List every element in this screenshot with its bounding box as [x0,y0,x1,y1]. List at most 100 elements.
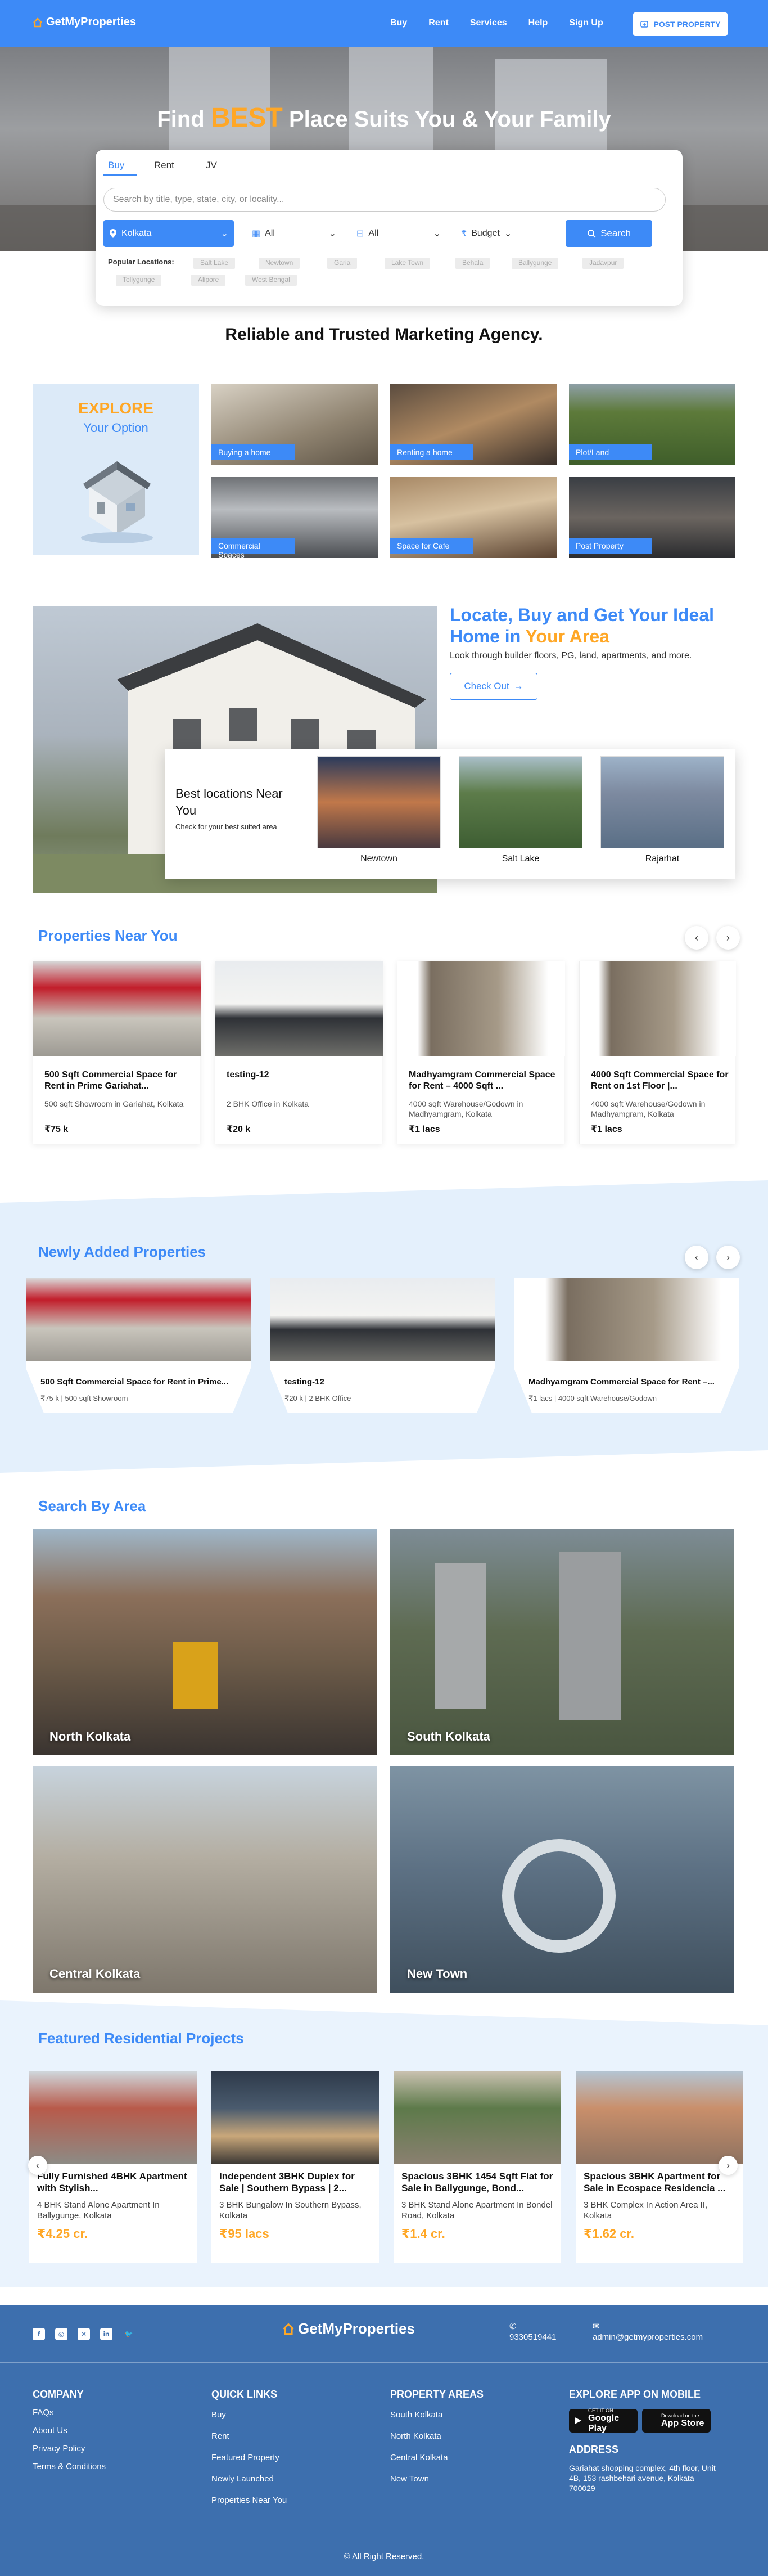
google-play-small: GET IT ON [588,2408,613,2413]
house-3d-illustration [81,461,153,543]
popular-chip[interactable]: Tollygunge [116,275,162,286]
popular-chip[interactable]: Ballygunge [512,258,559,269]
search-button[interactable]: Search [566,220,652,247]
category-tile[interactable]: Plot/Land [569,384,735,465]
property-card[interactable]: testing-12 2 BHK Office in Kolkata ₹20 k [215,961,383,1144]
popular-chip[interactable]: Alipore [191,275,226,286]
footer-link[interactable]: Central Kolkata [390,2453,448,2462]
tab-jv[interactable]: JV [206,160,217,171]
category-label: Plot/Land [569,444,652,460]
category-tile[interactable]: Renting a home [390,384,557,465]
tab-rent[interactable]: Rent [154,160,174,171]
footer-link[interactable]: Featured Property [211,2453,279,2462]
tab-buy[interactable]: Buy [108,160,124,171]
footer-phone[interactable]: 9330519441 [509,2332,556,2342]
area-card[interactable]: Central Kolkata [33,1766,377,1993]
popular-chip[interactable]: Lake Town [385,258,431,269]
property-card[interactable]: Madhyamgram Commercial Space for Rent – … [397,961,565,1144]
carousel-next-button[interactable]: › [719,2156,738,2175]
location-card-image[interactable] [600,756,724,848]
footer-areas-head: PROPERTY AREAS [390,2389,484,2400]
footer-link[interactable]: Privacy Policy [33,2444,85,2453]
location-name[interactable]: Salt Lake [459,854,582,864]
category-label: Commercial Spaces [211,538,295,558]
check-out-button[interactable]: Check Out → [450,673,537,700]
featured-card[interactable]: Independent 3BHK Duplex for Sale | South… [211,2071,379,2263]
category-tile[interactable]: Commercial Spaces [211,477,378,558]
footer-link[interactable]: New Town [390,2474,429,2484]
location-card-image[interactable] [459,756,582,848]
footer-link[interactable]: Rent [211,2431,229,2441]
footer-link[interactable]: FAQs [33,2408,54,2417]
new-property-card[interactable]: testing-12 ₹20 k | 2 BHK Office [270,1278,495,1413]
area-card[interactable]: South Kolkata [390,1529,734,1755]
featured-card[interactable]: Fully Furnished 4BHK Apartment with Styl… [29,2071,197,2263]
area-card[interactable]: New Town [390,1766,734,1993]
popular-chip[interactable]: Jadavpur [582,258,624,269]
carousel-next-button[interactable]: › [716,926,740,950]
x-icon[interactable]: ✕ [78,2328,90,2340]
footer-link[interactable]: Newly Launched [211,2474,274,2484]
property-card[interactable]: 4000 Sqft Commercial Space for Rent on 1… [579,961,736,1144]
footer-link[interactable]: Buy [211,2410,226,2420]
category-tile[interactable]: Space for Cafe [390,477,557,558]
property-title: 4000 Sqft Commercial Space for Rent on 1… [591,1070,729,1091]
popular-chip[interactable]: Garia [327,258,358,269]
popular-chip[interactable]: West Bengal [245,275,297,286]
flyover-shape [502,1839,616,1953]
facebook-icon[interactable]: f [33,2328,45,2340]
copyright: © All Right Reserved. [344,2552,424,2561]
bedroom-select[interactable]: ⊟ All ⌄ [351,220,446,247]
google-play-badge[interactable]: ▶ GET IT ON Google Play [569,2408,638,2433]
location-card-image[interactable] [317,756,441,848]
nav-services[interactable]: Services [470,18,507,28]
footer-link[interactable]: North Kolkata [390,2431,441,2441]
category-tile[interactable]: Post Property [569,477,735,558]
new-property-card[interactable]: Madhyamgram Commercial Space for Rent –.… [514,1278,739,1413]
chevron-right-icon: › [726,932,730,943]
featured-title: Independent 3BHK Duplex for Sale | South… [219,2171,355,2193]
popular-chip[interactable]: Behala [455,258,490,269]
location-name[interactable]: Rajarhat [600,854,724,864]
carousel-prev-button[interactable]: ‹ [28,2156,47,2175]
footer-link[interactable]: Properties Near You [211,2496,287,2505]
footer-link[interactable]: Terms & Conditions [33,2462,106,2471]
new-property-title: Madhyamgram Commercial Space for Rent –.… [528,1377,715,1387]
property-image [580,961,736,1056]
popular-chip[interactable]: Salt Lake [193,258,236,269]
property-card[interactable]: 500 Sqft Commercial Space for Rent in Pr… [33,961,201,1144]
city-select[interactable]: Kolkata ⌄ [103,220,234,247]
new-property-card[interactable]: 500 Sqft Commercial Space for Rent in Pr… [26,1278,251,1413]
footer-email[interactable]: admin@getmyproperties.com [593,2332,703,2342]
nav-signup[interactable]: Sign Up [569,18,603,28]
nav-buy[interactable]: Buy [390,18,407,28]
budget-select[interactable]: ₹ Budget ⌄ [455,220,545,247]
nav-rent[interactable]: Rent [428,18,449,28]
arrow-right-icon: → [513,681,523,691]
carousel-next-button[interactable]: › [716,1246,740,1269]
instagram-icon[interactable]: ◎ [55,2328,67,2340]
location-name[interactable]: Newtown [317,854,441,864]
best-locations-card: Best locations Near You Check for your b… [165,749,735,879]
carousel-prev-button[interactable]: ‹ [685,1246,708,1269]
twitter-icon[interactable]: 🐦 [123,2328,135,2340]
logo[interactable]: GetMyProperties [33,16,136,29]
area-card[interactable]: North Kolkata [33,1529,377,1755]
category-tile[interactable]: Buying a home [211,384,378,465]
property-desc: 4000 sqft Warehouse/Godown in Madhyamgra… [409,1099,523,1118]
featured-card[interactable]: Spacious 3BHK 1454 Sqft Flat for Sale in… [394,2071,561,2263]
property-price: ₹1 lacs [591,1125,622,1134]
footer-link[interactable]: About Us [33,2426,67,2435]
app-store-small: Download on the [661,2413,699,2418]
post-property-button[interactable]: POST PROPERTY [633,12,728,36]
footer-logo[interactable]: GetMyProperties [282,2320,415,2337]
linkedin-icon[interactable]: in [100,2328,112,2340]
chevron-right-icon: › [726,2159,730,2171]
app-store-badge[interactable]: Download on the App Store [642,2409,711,2433]
property-type-select[interactable]: ▦ All ⌄ [246,220,342,247]
nav-help[interactable]: Help [528,18,548,28]
search-input[interactable] [103,188,666,212]
popular-chip[interactable]: Newtown [259,258,300,269]
footer-link[interactable]: South Kolkata [390,2410,442,2420]
carousel-prev-button[interactable]: ‹ [685,926,708,950]
